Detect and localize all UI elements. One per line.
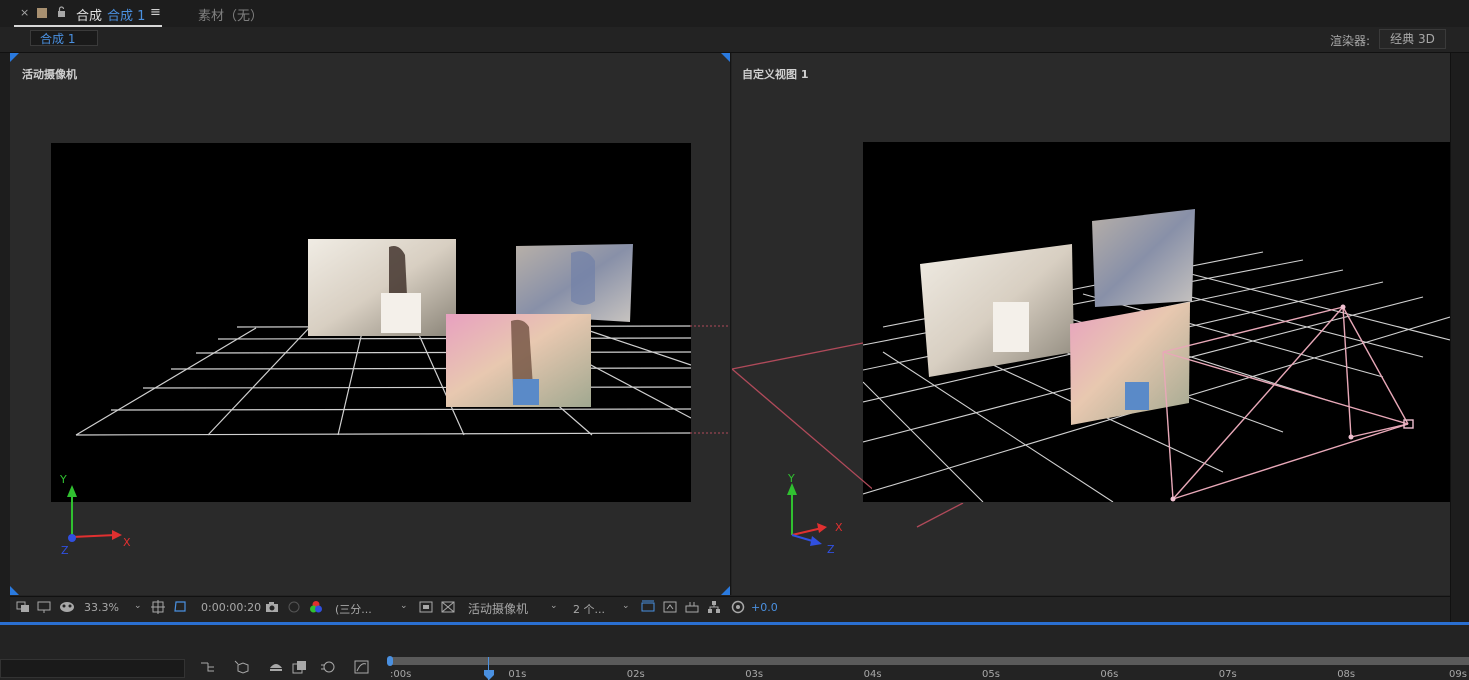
tab-footage[interactable]: 素材（无） [198,5,263,24]
axis-x-label-left: X [123,536,131,549]
view-layout-dropdown[interactable]: 2 个... [573,601,605,617]
time-tick-label: 02s [626,669,645,680]
time-tick-label: 04s [863,669,882,680]
exposure-value[interactable]: +0.0 [751,601,778,614]
left-dock-strip [0,53,10,623]
reset-exposure-icon[interactable] [731,600,745,614]
flowchart-icon[interactable] [707,600,721,614]
camera-link-lines-left [690,325,730,434]
time-tick-label: 07s [1218,669,1237,680]
lock-icon[interactable] [57,6,66,17]
tab-comp-name[interactable]: 合成 1 [107,5,145,24]
always-preview-icon[interactable] [16,600,30,614]
timecode-field[interactable]: 0:00:00:20 [201,601,261,614]
axis-z-label-left: Z [61,544,69,557]
time-tick-label: 05s [982,669,1000,680]
comp-canvas-left[interactable] [51,143,691,502]
view-corner-tl [10,53,19,62]
camera-dropdown[interactable]: 活动摄像机 [468,600,528,617]
color-channels-icon[interactable] [309,600,323,614]
axis-y-label-left: Y [60,473,67,486]
comp-outline-right-2 [916,503,964,528]
view-corner-bl [10,586,19,595]
timeline-panel-icon[interactable] [685,600,699,614]
viewer-toolbar: 33.3% ⌄ 0:00:00:20 (三分... ⌄ 活动摄像机 ⌄ 2 个.… [10,596,1450,620]
right-dock-strip [1450,53,1469,623]
resolution-chevron-down-icon[interactable]: ⌄ [400,601,408,611]
axis-x-label-right: X [835,521,843,534]
draft-3d-icon[interactable] [234,660,250,674]
zoom-chevron-down-icon[interactable]: ⌄ [134,601,142,611]
graph-editor-icon[interactable] [354,660,370,674]
snapshot-camera-icon[interactable] [265,600,279,614]
view-corner-br [721,586,730,595]
renderer-label: 渲染器: [1330,34,1371,48]
photo-1-shirt-right [993,302,1029,352]
transparency-grid-icon[interactable] [441,600,455,614]
preview-time-icon[interactable] [663,600,677,614]
time-tick-label: 08s [1337,669,1356,680]
view-title-right: 自定义视图 1 [742,68,809,81]
timeline-search-input[interactable] [0,659,185,678]
time-tick-label: :00s [390,669,412,680]
scene-left [75,239,691,436]
work-area-start-handle[interactable] [387,656,393,666]
motion-blur-icon[interactable] [320,660,336,674]
scene-right [863,209,1450,502]
fast-previews-icon[interactable] [419,600,433,614]
close-tab-icon[interactable]: × [20,6,29,19]
composition-subbar [0,27,1469,53]
camera-frustum [1162,306,1409,500]
resolution-dropdown[interactable]: (三分... [335,601,372,617]
mask-visibility-icon[interactable] [59,600,74,614]
frame-blending-icon[interactable] [292,660,308,674]
renderer-dropdown[interactable]: 经典 3D [1379,29,1446,49]
comp-mini-flowchart-icon[interactable] [200,660,216,674]
zoom-dropdown[interactable]: 33.3% [84,601,119,614]
panel-menu-icon[interactable]: ≡ [150,5,161,20]
camera-point-of-interest[interactable] [1340,304,1346,310]
comp-navigator-tab[interactable]: 合成 1 [30,30,98,46]
frustum-corner-2 [1348,434,1354,440]
axis-z-label-right: Z [827,543,835,556]
work-area-bar[interactable] [390,657,1469,665]
frustum-corner-1 [1170,496,1176,502]
view-title-left: 活动摄像机 [22,68,77,81]
region-of-interest-icon[interactable] [173,600,187,614]
monitor-icon[interactable] [37,600,51,614]
time-tick-label: 01s [508,669,527,680]
viewer-active-camera[interactable]: 活动摄像机 Y X Z [10,53,731,595]
time-tick-label: 09s [1449,669,1467,680]
photo-layer-2-right[interactable] [1092,209,1195,307]
photo-3-jeans [513,379,539,405]
viewer-custom-view[interactable]: 自定义视图 1 Y X Z [732,53,1451,595]
time-tick-label: 06s [1100,669,1119,680]
toggle-pixel-aspect-icon[interactable] [641,600,655,614]
photo-3-jeans-right [1125,382,1149,410]
time-tick-label: 03s [745,669,764,680]
camera-chevron-down-icon[interactable]: ⌄ [550,601,558,611]
view-layout-chevron-down-icon[interactable]: ⌄ [622,601,630,611]
photo-1-shirt [381,293,421,333]
view-corner-tr [721,53,730,62]
comp-color-icon [37,8,47,18]
show-snapshot-icon[interactable] [287,600,301,614]
safe-zones-icon[interactable] [151,600,165,614]
shy-layers-icon[interactable] [268,660,284,674]
axis-y-label-right: Y [788,472,795,485]
tab-prefix: 合成 [76,9,103,24]
ground-grid-left [75,325,691,436]
axis-gizmo-right [787,483,827,546]
photo-2-figure [571,251,595,305]
comp-canvas-right[interactable] [863,142,1450,502]
